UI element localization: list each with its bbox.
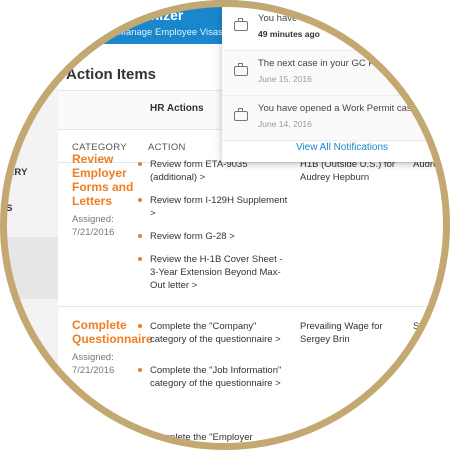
- action-item[interactable]: Review form I-129H Supplement >: [138, 194, 290, 220]
- sidebar: RARY TS: [0, 44, 59, 450]
- action-link[interactable]: Complete the "Job Information" category …: [150, 365, 281, 389]
- beneficiary-name: Se: [413, 321, 425, 332]
- bullet-icon: [138, 324, 142, 328]
- sidebar-selected-item[interactable]: [0, 237, 58, 299]
- table-row-category: Complete Questionnaire Assigned: 7/21/20…: [72, 318, 153, 377]
- notification-item[interactable]: You have opened a Work Permit case with …: [222, 96, 450, 141]
- column-header-action: ACTION: [148, 142, 186, 153]
- action-link[interactable]: Review the H-1B Cover Sheet - 3-Year Ext…: [150, 254, 283, 291]
- action-item[interactable]: Review form G-28 >: [138, 230, 290, 243]
- action-link[interactable]: Complete the "Company" category of the q…: [150, 321, 281, 345]
- case-description: Prevailing Wage for Sergey Brin: [300, 321, 383, 345]
- tab-hr-actions[interactable]: HR Actions: [150, 103, 204, 114]
- notification-item[interactable]: You have opened a P 49 minutes ago: [222, 6, 450, 51]
- action-item[interactable]: Complete the "Employer: [138, 431, 290, 444]
- assigned-date: Assigned: 7/21/2016: [72, 352, 115, 376]
- action-link[interactable]: Review form G-28 >: [150, 231, 235, 242]
- circular-viewport: Organizer Manage Employee Visas RARY TS …: [0, 0, 450, 450]
- bullet-icon: [138, 368, 142, 372]
- notification-text: You have opened a P: [258, 13, 349, 24]
- notification-time: June 14, 2016: [258, 119, 312, 129]
- app-subtitle: Manage Employee Visas: [118, 27, 223, 38]
- sidebar-item-ts[interactable]: TS: [0, 203, 13, 214]
- category-title[interactable]: Review Employer Forms and Letters: [72, 152, 140, 208]
- bullet-icon: [138, 162, 142, 166]
- table-row-category: Review Employer Forms and Letters Assign…: [72, 152, 140, 239]
- notification-item[interactable]: The next case in your GC Product June 15…: [222, 51, 450, 96]
- action-item[interactable]: Complete the "Company" category of the q…: [138, 320, 290, 346]
- action-item[interactable]: Complete the "Job Information" category …: [138, 364, 290, 390]
- view-all-notifications-link[interactable]: View All Notifications: [222, 142, 450, 153]
- bullet-icon: [138, 198, 142, 202]
- briefcase-icon: [234, 18, 248, 31]
- page-title: Action Items: [66, 66, 157, 83]
- bullet-icon: [138, 234, 142, 238]
- notification-time: June 15, 2016: [258, 74, 312, 84]
- category-title[interactable]: Complete Questionnaire: [72, 318, 153, 346]
- app-title: Organizer: [118, 7, 184, 23]
- notification-text: You have opened a Work Permit case with: [258, 103, 437, 114]
- assigned-date: Assigned: 7/21/2016: [72, 214, 115, 238]
- bullet-icon: [138, 435, 142, 439]
- briefcase-icon: [234, 108, 248, 121]
- action-link[interactable]: Review form I-129H Supplement >: [150, 195, 287, 219]
- briefcase-icon: [234, 63, 248, 76]
- bullet-icon: [138, 257, 142, 261]
- notification-text: The next case in your GC Product: [258, 58, 402, 69]
- app-window: Organizer Manage Employee Visas RARY TS …: [0, 0, 450, 450]
- action-item[interactable]: Review the H-1B Cover Sheet - 3-Year Ext…: [138, 253, 290, 292]
- notifications-popover: You have opened a P 49 minutes ago The n…: [222, 6, 450, 162]
- action-link[interactable]: Complete the "Employer: [150, 432, 253, 443]
- action-link[interactable]: Review form ETA-9035 (additional) >: [150, 159, 248, 183]
- sidebar-item-library[interactable]: RARY: [0, 167, 28, 178]
- notification-time: 49 minutes ago: [258, 29, 320, 39]
- row-divider: [58, 306, 450, 307]
